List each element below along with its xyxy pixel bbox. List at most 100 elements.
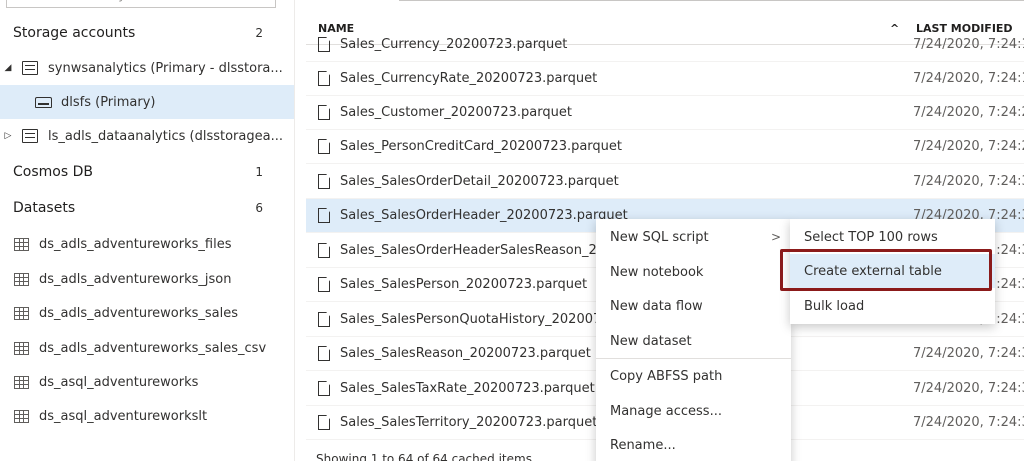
storage-account-icon [22,129,38,143]
file-row[interactable]: Sales_CurrencyRate_20200723.parquet 7/24… [306,62,1024,96]
menu-item-rename[interactable]: Rename... [596,428,791,461]
storage-accounts-count: 2 [255,26,263,40]
dataset-label: ds_adls_adventureworks_sales_csv [39,340,267,356]
file-name: Sales_Customer_20200723.parquet [340,105,572,120]
submenu-item-create-external-table[interactable]: Create external table [790,254,995,288]
file-icon [318,277,330,292]
filter-input[interactable]: Filter resources by name [6,0,276,8]
table-icon [14,272,29,286]
cosmos-db-section[interactable]: Cosmos DB 1 [0,155,294,189]
menu-item-new-data-flow[interactable]: New data flow [596,289,791,323]
dataset-label: ds_adls_adventureworks_json [39,271,232,287]
dataset-item[interactable]: ds_adls_adventureworks_json [0,262,294,296]
submenu-item-select-top-100[interactable]: Select TOP 100 rows [790,220,995,254]
container-dlsfs[interactable]: dlsfs (Primary) [0,85,294,119]
file-icon [318,243,330,258]
file-date: 7/24/2020, 7:24:33 [913,381,1024,396]
submenu-item-label: Bulk load [804,298,865,314]
menu-item-new-sql-script[interactable]: New SQL script > [596,220,791,254]
dataset-item[interactable]: ds_asql_adventureworkslt [0,399,294,433]
submenu-item-label: Create external table [804,263,942,279]
file-date: 7/24/2020, 7:24:33 [913,346,1024,361]
dataset-label: ds_asql_adventureworks [39,374,199,390]
file-name: Sales_SalesOrderHeader_20200723.parquet [340,208,628,223]
menu-item-manage-access[interactable]: Manage access... [596,394,791,428]
cosmos-db-label: Cosmos DB [13,164,93,180]
menu-item-label: New notebook [610,264,704,280]
file-row[interactable]: Sales_Currency_20200723.parquet 7/24/202… [306,28,1024,62]
context-menu: New SQL script > New notebook New data f… [596,219,791,461]
file-date: 7/24/2020, 7:24:36 [913,174,1024,189]
submenu-item-bulk-load[interactable]: Bulk load [790,289,995,323]
storage-accounts-label: Storage accounts [13,25,136,41]
file-row[interactable]: Sales_Customer_20200723.parquet 7/24/202… [306,96,1024,130]
datasets-count: 6 [255,201,263,215]
file-name: Sales_SalesOrderDetail_20200723.parquet [340,174,619,189]
table-icon [14,375,29,389]
container-label: dlsfs (Primary) [61,94,156,110]
dataset-label: ds_adls_adventureworks_files [39,236,232,252]
chevron-right-icon: > [770,230,781,244]
table-icon [14,306,29,320]
storage-account-label: synwsanalytics (Primary - dlsstora... [48,60,283,76]
file-icon [318,415,330,430]
dataset-label: ds_adls_adventureworks_sales [39,305,239,321]
menu-item-new-dataset[interactable]: New dataset [596,324,791,358]
dataset-item[interactable]: ds_adls_adventureworks_sales_csv [0,331,294,365]
menu-item-label: New SQL script [610,229,709,245]
file-icon [318,71,330,86]
file-icon [318,37,330,52]
menu-item-label: Rename... [610,437,676,453]
menu-item-label: Copy ABFSS path [610,368,723,384]
dataset-item[interactable]: ds_adls_adventureworks_files [0,227,294,261]
file-name: Sales_PersonCreditCard_20200723.parquet [340,139,623,154]
file-icon [318,174,330,189]
container-icon [35,96,52,108]
file-name: Sales_Currency_20200723.parquet [340,37,568,52]
expand-right-icon[interactable]: ▷ [2,131,14,141]
file-date: 7/24/2020, 7:24:33 [913,415,1024,430]
file-icon [318,105,330,120]
file-date: 7/24/2020, 7:24:25 [913,139,1024,154]
menu-item-label: Manage access... [610,403,722,419]
table-icon [14,341,29,355]
dataset-item[interactable]: ds_asql_adventureworks [0,365,294,399]
toolbar-divider [399,0,1024,1]
storage-account-label: ls_adls_dataanalytics (dlsstoragea... [48,128,283,144]
datasets-section[interactable]: Datasets 6 [0,191,294,225]
sql-script-submenu: Select TOP 100 rows Create external tabl… [790,219,995,324]
file-name: Sales_SalesPerson_20200723.parquet [340,277,588,292]
file-date: 7/24/2020, 7:24:18 [913,71,1024,86]
resource-sidebar: Filter resources by name Storage account… [0,0,295,461]
file-date: 7/24/2020, 7:24:19 [913,37,1024,52]
file-date: 7/24/2020, 7:24:20 [913,105,1024,120]
expand-down-icon[interactable]: ◢ [2,63,14,73]
storage-account-ls-adls[interactable]: ▷ ls_adls_dataanalytics (dlsstoragea... [0,119,294,153]
storage-account-synwsanalytics[interactable]: ◢ synwsanalytics (Primary - dlsstora... [0,51,294,85]
dataset-item[interactable]: ds_adls_adventureworks_sales [0,296,294,330]
file-icon [318,208,330,223]
storage-accounts-section[interactable]: Storage accounts 2 [0,16,294,50]
datasets-label: Datasets [13,200,76,216]
file-icon [318,312,330,327]
file-name: Sales_CurrencyRate_20200723.parquet [340,71,598,86]
menu-item-new-notebook[interactable]: New notebook [596,255,791,289]
table-icon [14,409,29,423]
cosmos-db-count: 1 [255,165,263,179]
items-count-footer: Showing 1 to 64 of 64 cached items [316,452,532,461]
file-icon [318,346,330,361]
menu-item-label: New dataset [610,333,692,349]
file-icon [318,381,330,396]
file-row[interactable]: Sales_PersonCreditCard_20200723.parquet … [306,130,1024,164]
file-icon [318,139,330,154]
menu-item-copy-abfss-path[interactable]: Copy ABFSS path [596,359,791,393]
submenu-item-label: Select TOP 100 rows [804,229,938,245]
file-row[interactable]: Sales_SalesOrderDetail_20200723.parquet … [306,165,1024,199]
file-name: Sales_SalesReason_20200723.parquet [340,346,591,361]
dataset-label: ds_asql_adventureworkslt [39,408,208,424]
file-name: Sales_SalesTaxRate_20200723.parquet [340,381,595,396]
storage-account-icon [22,61,38,75]
table-icon [14,237,29,251]
file-name: Sales_SalesTerritory_20200723.parquet [340,415,598,430]
menu-item-label: New data flow [610,298,703,314]
